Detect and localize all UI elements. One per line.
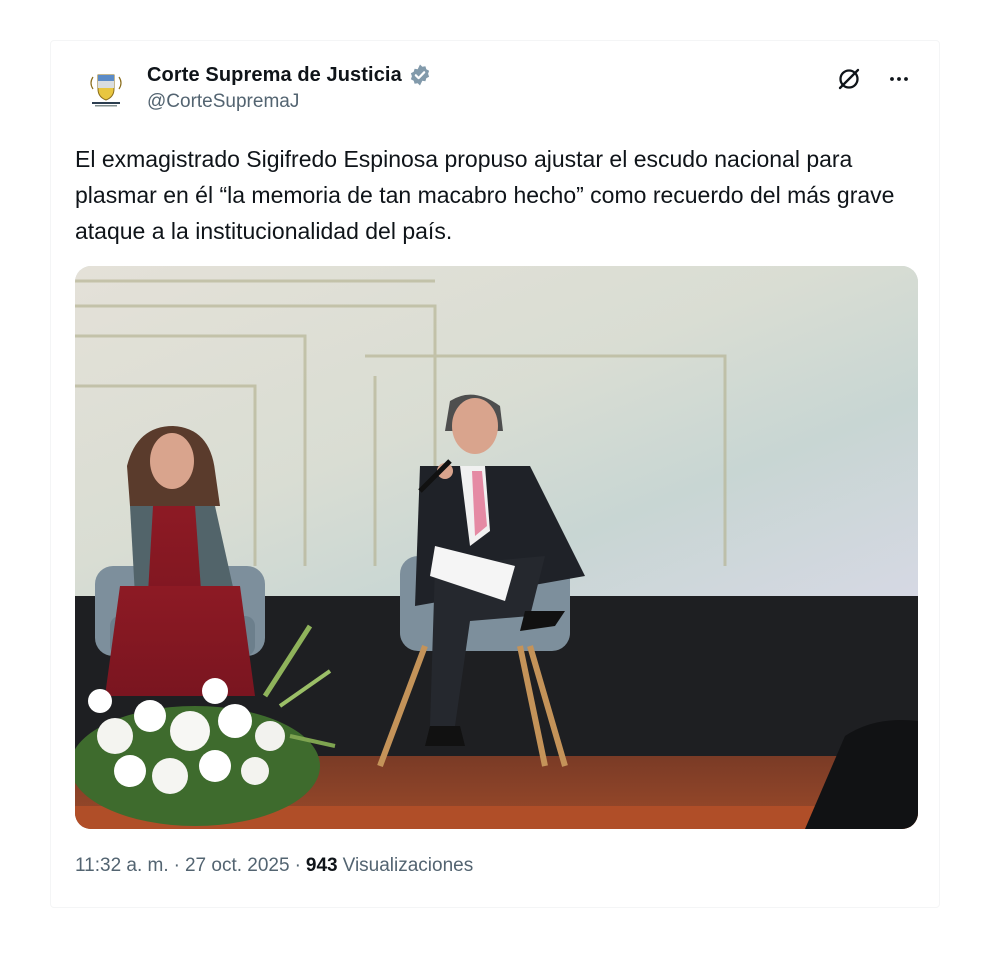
grok-icon[interactable] [833,63,865,95]
tweet-meta: 11:32 a. m. · 27 oct. 2025 · 943 Visuali… [75,855,473,877]
colombia-coat-of-arms-icon [84,66,128,110]
account-handle[interactable]: @CorteSupremaJ [147,91,432,113]
meta-separator: · [173,855,180,876]
tweet-date[interactable]: 27 oct. 2025 [185,855,290,877]
views-count: 943 [305,855,338,876]
display-name[interactable]: Corte Suprema de Justicia [147,64,402,87]
tweet-text: El exmagistrado Sigifredo Espinosa propu… [75,146,895,244]
top-actions [833,63,915,95]
tweet-time[interactable]: 11:32 a. m. [75,855,169,877]
verified-badge-icon [408,63,432,87]
more-icon[interactable] [883,63,915,95]
meta-separator: · [294,855,301,876]
avatar[interactable] [79,61,133,115]
views-label: Visualizaciones [342,855,474,876]
tweet-card: Corte Suprema de Justicia @CorteSupremaJ [50,40,940,908]
tweet-photo[interactable] [75,266,918,829]
account-header: Corte Suprema de Justicia @CorteSupremaJ [147,63,432,113]
